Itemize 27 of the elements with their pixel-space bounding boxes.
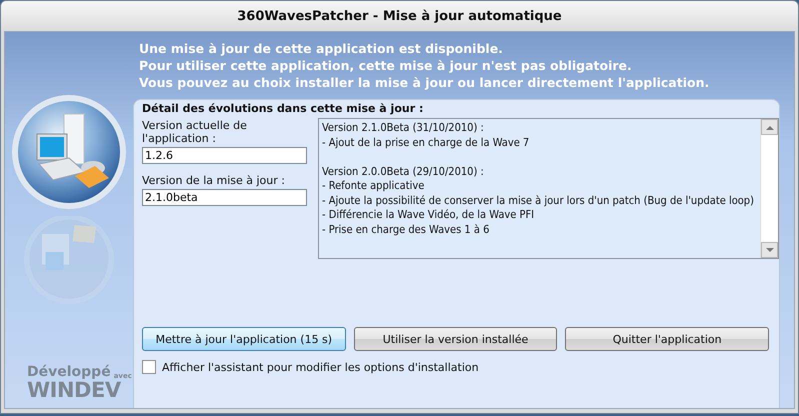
scroll-down-button[interactable] — [761, 242, 778, 258]
version-field[interactable]: 1.2.6 — [142, 147, 307, 164]
brand-text: Développé — [27, 364, 111, 380]
message-text: Vous pouvez au choix installer la mise à jour ou lancer directement l'application. — [139, 74, 710, 91]
action-button[interactable]: Quitter l'application — [565, 327, 770, 351]
message-text: Une mise à jour de cette application est disponible. — [139, 40, 504, 57]
checkbox[interactable] — [142, 360, 156, 374]
field-label: Version de la mise à jour : — [142, 174, 286, 187]
field-label: Version actuelle de l'application : — [142, 119, 248, 145]
changelog-line: - Prise en charge des Waves 1 à 6 — [322, 222, 490, 237]
changelog-line: - Refonte applicative — [322, 179, 426, 194]
version-field[interactable]: 2.1.0beta — [142, 189, 307, 206]
scroll-up-button[interactable] — [761, 119, 778, 135]
checkbox-label: Afficher l'assistant pour modifier les options d'installation — [162, 360, 479, 374]
changelog-line: - Ajout de la prise en charge de la Wave 7 — [322, 136, 530, 150]
panel-title: Détail des évolutions dans cette mise à jour : — [142, 102, 424, 115]
changelog-heading: Version 2.0.0Beta (29/10/2010) : — [322, 164, 485, 179]
action-button[interactable]: Mettre à jour l'application (15 s) — [142, 327, 346, 351]
changelog-heading: Version 2.1.0Beta (31/10/2010) : — [322, 121, 485, 136]
scrollbar[interactable] — [760, 119, 778, 258]
brand-logo-text: WINDEV — [27, 380, 121, 400]
computer-logo-icon — [9, 92, 129, 212]
window-title: 360WavesPatcher - Mise à jour automatique — [237, 8, 562, 24]
changelog-line: - Différencie la Wave Vidéo, de la Wave PFI — [322, 208, 536, 222]
action-button[interactable]: Utiliser la version installée — [354, 327, 558, 351]
message-text: Pour utiliser cette application, cette mise à jour n'est pas obligatoire. — [139, 57, 633, 74]
changelog-line: - Ajoute la possibilité de conserver la mise à jour lors d'un patch (Bug de l'update loop) — [322, 194, 755, 208]
